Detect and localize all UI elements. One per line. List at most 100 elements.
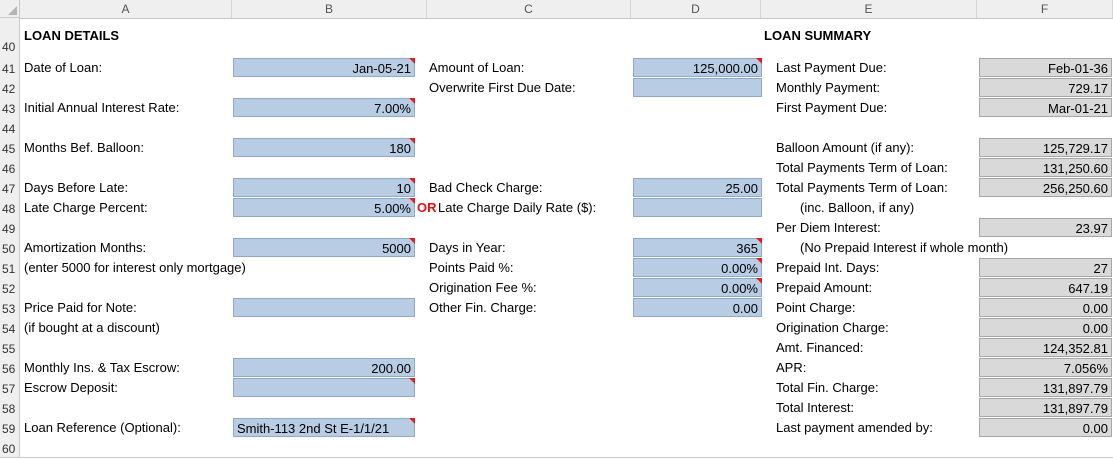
inc-balloon-note: (inc. Balloon, if any) xyxy=(800,200,915,215)
or-text: OR xyxy=(417,200,437,215)
total-payments-term-label: Total Payments Term of Loan: xyxy=(776,160,948,175)
row-header[interactable]: 45 xyxy=(0,138,20,158)
amortization-note: (enter 5000 for interest only mortgage) xyxy=(24,260,246,275)
row-header[interactable]: 48 xyxy=(0,198,20,218)
loan-details-title: LOAN DETAILS xyxy=(24,28,120,43)
total-payments-term-incl-label: Total Payments Term of Loan: xyxy=(776,180,948,195)
monthly-payment-label: Monthly Payment: xyxy=(776,80,881,95)
row-header[interactable]: 59 xyxy=(0,418,20,438)
days-in-year-input[interactable]: 365 xyxy=(633,238,762,257)
days-before-late-label: Days Before Late: xyxy=(24,180,129,195)
column-header-bar: A B C D E F xyxy=(20,0,1113,19)
origination-fee-label: Origination Fee %: xyxy=(429,280,537,295)
monthly-escrow-input[interactable]: 200.00 xyxy=(233,358,415,377)
total-interest-label: Total Interest: xyxy=(776,400,855,415)
price-paid-label: Price Paid for Note: xyxy=(24,300,137,315)
row-header[interactable]: 46 xyxy=(0,158,20,178)
row-header[interactable]: 52 xyxy=(0,278,20,298)
row-header[interactable]: 42 xyxy=(0,78,20,98)
total-fin-charge-value: 131,897.79 xyxy=(979,378,1112,397)
overwrite-first-due-input[interactable] xyxy=(633,78,762,97)
column-header-b[interactable]: B xyxy=(232,0,427,18)
other-fin-charge-label: Other Fin. Charge: xyxy=(429,300,537,315)
amt-financed-value: 124,352.81 xyxy=(979,338,1112,357)
row-header[interactable]: 43 xyxy=(0,98,20,118)
row-header[interactable]: 51 xyxy=(0,258,20,278)
amount-of-loan-input[interactable]: 125,000.00 xyxy=(633,58,762,77)
total-fin-charge-label: Total Fin. Charge: xyxy=(776,380,879,395)
loan-reference-input[interactable]: Smith-113 2nd St E-1/1/21 xyxy=(233,418,415,437)
origination-charge-label: Origination Charge: xyxy=(776,320,889,335)
row-header-bar: 40 41 42 43 44 45 46 47 48 49 50 51 52 5… xyxy=(0,18,20,457)
row-header[interactable]: 47 xyxy=(0,178,20,198)
price-paid-input[interactable] xyxy=(233,298,415,317)
first-payment-due-label: First Payment Due: xyxy=(776,100,888,115)
origination-fee-input[interactable]: 0.00% xyxy=(633,278,762,297)
last-payment-due-value: Feb-01-36 xyxy=(979,58,1112,77)
months-balloon-input[interactable]: 180 xyxy=(233,138,415,157)
monthly-escrow-label: Monthly Ins. & Tax Escrow: xyxy=(24,360,180,375)
prepaid-amount-label: Prepaid Amount: xyxy=(776,280,873,295)
price-paid-note: (if bought at a discount) xyxy=(24,320,160,335)
row-header[interactable]: 60 xyxy=(0,438,20,458)
initial-rate-input[interactable]: 7.00% xyxy=(233,98,415,117)
balloon-amount-label: Balloon Amount (if any): xyxy=(776,140,915,155)
apr-value: 7.056% xyxy=(979,358,1112,377)
loan-reference-label: Loan Reference (Optional): xyxy=(24,420,181,435)
apr-label: APR: xyxy=(776,360,807,375)
point-charge-label: Point Charge: xyxy=(776,300,856,315)
amortization-months-input[interactable]: 5000 xyxy=(233,238,415,257)
row-header[interactable]: 50 xyxy=(0,238,20,258)
points-paid-input[interactable]: 0.00% xyxy=(633,258,762,277)
bad-check-charge-label: Bad Check Charge: xyxy=(429,180,543,195)
column-header-e[interactable]: E xyxy=(761,0,977,18)
amt-financed-label: Amt. Financed: xyxy=(776,340,864,355)
overwrite-first-due-label: Overwrite First Due Date: xyxy=(429,80,576,95)
date-of-loan-input[interactable]: Jan-05-21 xyxy=(233,58,415,77)
balloon-amount-value: 125,729.17 xyxy=(979,138,1112,157)
row-header[interactable]: 41 xyxy=(0,58,20,78)
origination-charge-value: 0.00 xyxy=(979,318,1112,337)
column-header-d[interactable]: D xyxy=(631,0,761,18)
days-in-year-label: Days in Year: xyxy=(429,240,506,255)
late-charge-daily-input[interactable] xyxy=(633,198,762,217)
amount-of-loan-label: Amount of Loan: xyxy=(429,60,525,75)
initial-rate-label: Initial Annual Interest Rate: xyxy=(24,100,180,115)
late-charge-percent-label: Late Charge Percent: xyxy=(24,200,148,215)
total-payments-term-incl-value: 256,250.60 xyxy=(979,178,1112,197)
escrow-deposit-label: Escrow Deposit: xyxy=(24,380,118,395)
row-header[interactable]: 57 xyxy=(0,378,20,398)
late-charge-percent-input[interactable]: 5.00% xyxy=(233,198,415,217)
column-header-c[interactable]: C xyxy=(427,0,631,18)
point-charge-value: 0.00 xyxy=(979,298,1112,317)
row-header[interactable]: 44 xyxy=(0,118,20,138)
late-charge-daily-label: Late Charge Daily Rate ($): xyxy=(438,200,597,215)
row-header[interactable]: 40 xyxy=(0,36,20,56)
row-header[interactable]: 54 xyxy=(0,318,20,338)
select-all-corner[interactable] xyxy=(0,0,20,18)
column-header-f[interactable]: F xyxy=(977,0,1113,18)
days-before-late-input[interactable]: 10 xyxy=(233,178,415,197)
monthly-payment-value: 729.17 xyxy=(979,78,1112,97)
other-fin-charge-input[interactable]: 0.00 xyxy=(633,298,762,317)
row-header[interactable]: 49 xyxy=(0,218,20,238)
last-payment-due-label: Last Payment Due: xyxy=(776,60,887,75)
total-interest-value: 131,897.79 xyxy=(979,398,1112,417)
prepaid-days-label: Prepaid Int. Days: xyxy=(776,260,880,275)
row-header[interactable]: 56 xyxy=(0,358,20,378)
prepaid-days-value: 27 xyxy=(979,258,1112,277)
total-payments-term-value: 131,250.60 xyxy=(979,158,1112,177)
sheet-bottom-border xyxy=(0,457,1113,458)
column-header-a[interactable]: A xyxy=(20,0,232,18)
last-payment-amended-value: 0.00 xyxy=(979,418,1112,437)
bad-check-charge-input[interactable]: 25.00 xyxy=(633,178,762,197)
points-paid-label: Points Paid %: xyxy=(429,260,514,275)
first-payment-due-value: Mar-01-21 xyxy=(979,98,1112,117)
row-header[interactable]: 58 xyxy=(0,398,20,418)
row-header[interactable]: 55 xyxy=(0,338,20,358)
row-header[interactable]: 53 xyxy=(0,298,20,318)
prepaid-amount-value: 647.19 xyxy=(979,278,1112,297)
escrow-deposit-input[interactable] xyxy=(233,378,415,397)
months-balloon-label: Months Bef. Balloon: xyxy=(24,140,144,155)
no-prepaid-note: (No Prepaid Interest if whole month) xyxy=(800,240,1009,255)
